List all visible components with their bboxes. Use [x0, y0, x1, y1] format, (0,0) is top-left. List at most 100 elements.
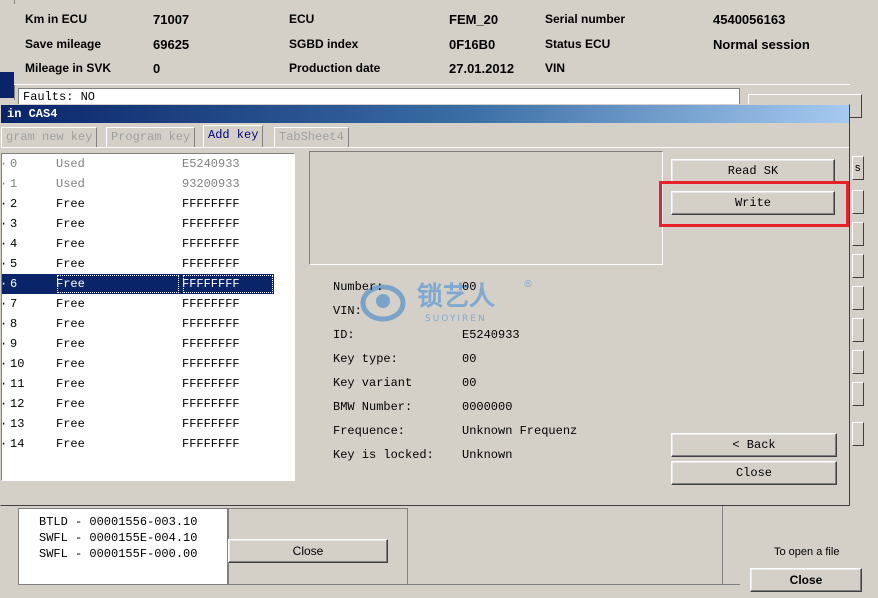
background-right-area — [408, 508, 728, 588]
mileage-svk-value: 0 — [153, 61, 161, 76]
key-number: 11 — [10, 377, 25, 391]
key-list-row[interactable]: ·13 Free FFFFFFFF — [2, 414, 274, 434]
key-state: Free — [56, 377, 85, 391]
serial-number-value: 4540056163 — [713, 12, 786, 27]
background-button-3[interactable] — [852, 222, 864, 246]
row-marker: · — [2, 274, 7, 294]
background-close-right-button[interactable]: Close — [750, 568, 862, 592]
background-button-8[interactable] — [852, 382, 864, 406]
key-list-row[interactable]: ·10 Free FFFFFFFF — [2, 354, 274, 374]
key-number: 0 — [10, 157, 18, 171]
key-list-row[interactable]: ·6 FreeFFFFFFFF — [2, 274, 274, 294]
key-list-row[interactable]: ·8 Free FFFFFFFF — [2, 314, 274, 334]
key-value: FFFFFFFF — [182, 197, 240, 211]
row-marker: · — [2, 354, 7, 374]
key-state: Free — [56, 197, 85, 211]
background-vertical-scrollbar[interactable] — [722, 504, 741, 584]
key-state: Used — [56, 157, 85, 171]
row-marker: · — [2, 314, 7, 334]
background-button-5[interactable] — [852, 286, 864, 310]
tab-tabsheet4[interactable]: TabSheet4 — [274, 127, 349, 147]
key-list-row[interactable]: ·3 Free FFFFFFFF — [2, 214, 274, 234]
key-number: 10 — [10, 357, 25, 371]
detail-id-label: ID: — [333, 328, 355, 342]
version-item: SWFL - 0000155F-000.00 — [39, 547, 198, 561]
key-value: FFFFFFFF — [182, 417, 240, 431]
key-list-row[interactable]: ·4 Free FFFFFFFF — [2, 234, 274, 254]
close-button[interactable]: Close — [671, 461, 837, 485]
key-number: 4 — [10, 237, 18, 251]
detail-frequence-label: Frequence: — [333, 424, 406, 438]
key-list-row[interactable]: ·1 Used 93200933 — [2, 174, 274, 194]
write-highlight-frame — [659, 181, 849, 227]
background-horizontal-scrollbar[interactable] — [18, 584, 740, 598]
key-preview-box — [309, 151, 663, 265]
key-value: FFFFFFFF — [182, 297, 240, 311]
production-date-label: Production date — [289, 61, 381, 75]
background-button-2[interactable] — [852, 190, 864, 214]
key-number: 7 — [10, 297, 18, 311]
ecu-label: ECU — [289, 12, 315, 26]
open-file-hint: To open a file — [774, 546, 840, 558]
watermark-text: 锁艺人 — [417, 281, 495, 312]
row-marker: · — [2, 434, 7, 454]
dialog-title: in CAS4 — [7, 107, 58, 121]
row-marker: · — [2, 414, 7, 434]
key-list-row[interactable]: ·0 Used E5240933 — [2, 154, 274, 174]
key-list-row[interactable]: ·11 Free FFFFFFFF — [2, 374, 274, 394]
key-state: Free — [56, 437, 85, 451]
tab-program-key[interactable]: Program key — [106, 127, 196, 147]
read-sk-button[interactable]: Read SK — [671, 159, 835, 183]
key-value: FFFFFFFF — [182, 217, 240, 231]
key-list-row[interactable]: ·9 Free FFFFFFFF — [2, 334, 274, 354]
row-marker: · — [2, 334, 7, 354]
key-list[interactable]: ·0UsedE5240933·1Used93200933·2FreeFFFFFF… — [1, 153, 295, 481]
background-button-9[interactable] — [852, 422, 864, 446]
key-number: 6 — [10, 277, 18, 291]
background-button-4[interactable] — [852, 254, 864, 278]
save-mileage-label: Save mileage — [25, 37, 102, 51]
key-number: 14 — [10, 437, 25, 451]
key-number: 5 — [10, 257, 18, 271]
watermark-subtext: SUOYIREN — [425, 314, 487, 324]
detail-vin-label: VIN: — [333, 304, 362, 318]
row-marker: · — [2, 374, 7, 394]
key-number: 8 — [10, 317, 18, 331]
key-state: Free — [56, 237, 85, 251]
key-value: FFFFFFFF — [182, 237, 240, 251]
background-button-6[interactable] — [852, 318, 864, 342]
detail-locked-label: Key is locked: — [333, 448, 434, 462]
key-list-row[interactable]: ·14 Free FFFFFFFF — [2, 434, 274, 454]
detail-locked-value: Unknown — [462, 448, 513, 462]
row-marker: · — [2, 254, 7, 274]
status-ecu-value: Normal session — [713, 37, 810, 52]
back-button[interactable]: < Back — [671, 433, 837, 457]
key-state: Free — [56, 257, 85, 271]
key-state: Free — [56, 317, 85, 331]
mileage-svk-label: Mileage in SVK — [25, 61, 112, 75]
key-state: Free — [56, 357, 85, 371]
row-marker: · — [2, 234, 7, 254]
background-close-button[interactable]: Close — [228, 539, 388, 563]
save-mileage-value: 69625 — [153, 37, 190, 52]
ecu-info-panel: Km in ECU 71007 Save mileage 69625 Milea… — [14, 4, 850, 85]
background-button-partial[interactable]: s — [852, 156, 864, 180]
key-number: 1 — [10, 177, 18, 191]
dialog-title-bar[interactable]: in CAS4 — [1, 105, 849, 123]
tab-add-key[interactable]: Add key — [203, 125, 264, 147]
key-list-row[interactable]: ·2 Free FFFFFFFF — [2, 194, 274, 214]
tab-program-new-key[interactable]: gram new key — [1, 127, 98, 147]
key-state: Free — [56, 217, 85, 231]
key-number: 9 — [10, 337, 18, 351]
key-number: 13 — [10, 417, 25, 431]
key-list-row[interactable]: ·7 Free FFFFFFFF — [2, 294, 274, 314]
sgbd-value: 0F16B0 — [449, 37, 496, 52]
detail-keytype-value: 00 — [462, 352, 477, 366]
key-list-row[interactable]: ·5 Free FFFFFFFF — [2, 254, 274, 274]
background-button-7[interactable] — [852, 350, 864, 374]
key-value: E5240933 — [182, 157, 240, 171]
production-date-value: 27.01.2012 — [449, 61, 515, 76]
row-marker: · — [2, 214, 7, 234]
key-list-row[interactable]: ·12 Free FFFFFFFF — [2, 394, 274, 414]
key-number: 2 — [10, 197, 18, 211]
